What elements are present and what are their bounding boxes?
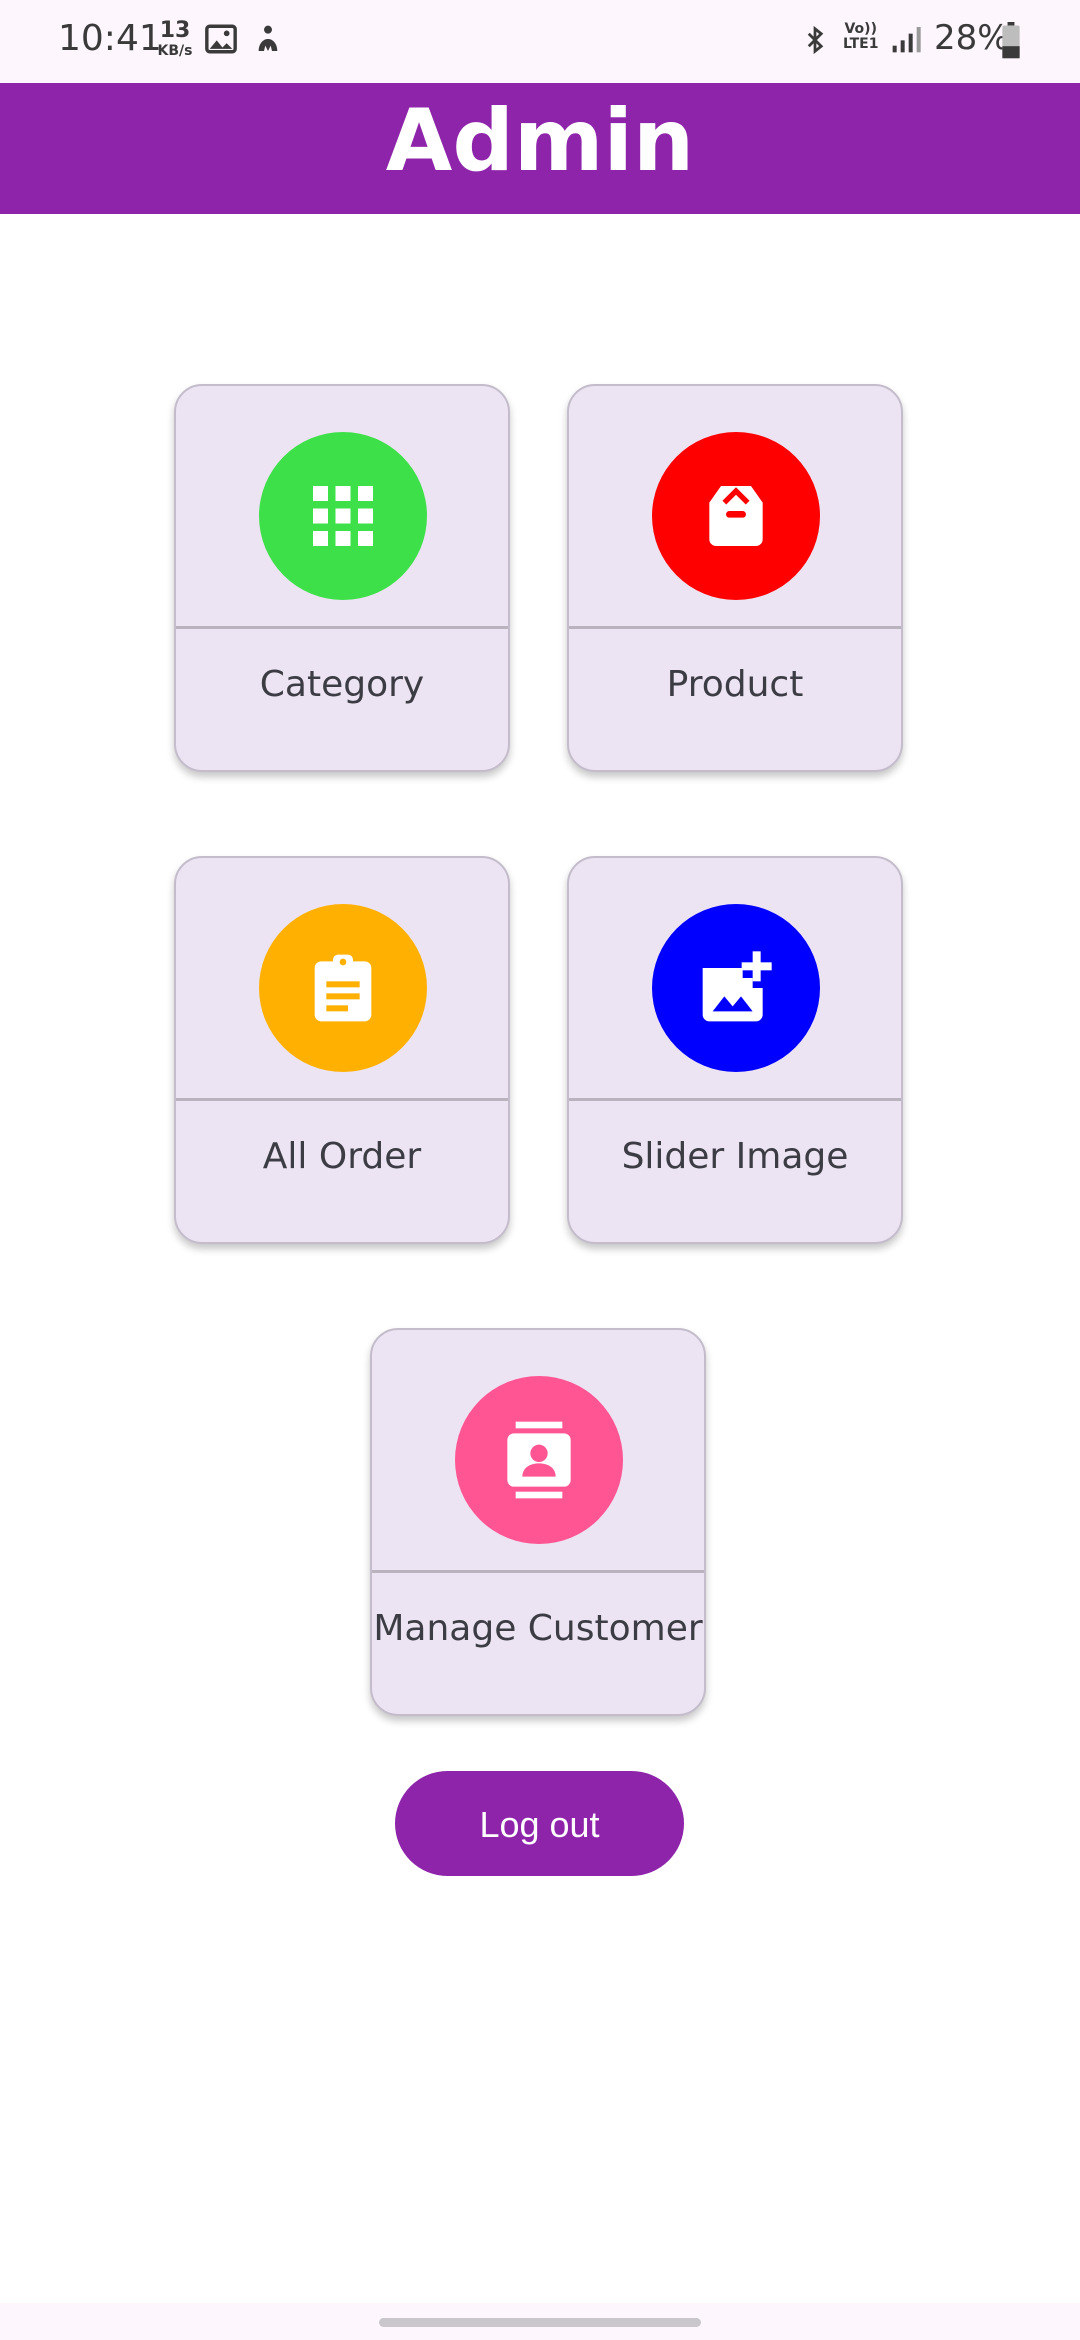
page-title: Admin <box>385 91 695 191</box>
battery-icon <box>1000 22 1022 64</box>
status-time: 10:41 <box>58 18 162 59</box>
signal-icon <box>890 22 922 60</box>
card-divider <box>176 1098 508 1101</box>
volte-label: Vo)) <box>844 21 877 37</box>
category-card[interactable]: Category <box>174 384 510 772</box>
clipboard-icon <box>314 954 372 1022</box>
manage-customer-label: Manage Customer <box>373 1608 703 1649</box>
all-order-label: All Order <box>262 1136 422 1177</box>
logout-button[interactable]: Log out <box>395 1771 684 1876</box>
network-speed-unit: KB/s <box>157 43 193 59</box>
package-icon <box>709 486 763 546</box>
product-icon-circle <box>652 432 820 600</box>
category-label: Category <box>259 664 425 705</box>
contacts-icon <box>507 1421 571 1499</box>
gesture-handle[interactable] <box>379 2318 701 2327</box>
card-divider <box>569 1098 901 1101</box>
bluetooth-icon <box>800 22 830 62</box>
status-bar: 10:41 13 KB/s Vo)) LTE1 28% <box>0 0 1080 83</box>
add-photo-icon <box>702 951 772 1022</box>
network-speed: 13 KB/s <box>154 18 196 59</box>
app-notification-icon <box>252 22 284 60</box>
app-bar: Admin <box>0 83 1080 214</box>
network-speed-value: 13 <box>159 18 191 43</box>
manage-customer-icon-circle <box>455 1376 623 1544</box>
product-card[interactable]: Product <box>567 384 903 772</box>
card-divider <box>569 626 901 629</box>
slider-image-card[interactable]: Slider Image <box>567 856 903 1244</box>
gallery-notification-icon <box>204 22 238 60</box>
volte-indicator: Vo)) LTE1 <box>843 22 878 52</box>
battery-percent: 28% <box>934 18 1010 58</box>
slider-image-icon-circle <box>652 904 820 1072</box>
category-icon-circle <box>259 432 427 600</box>
navigation-bar <box>0 2303 1080 2340</box>
manage-customer-card[interactable]: Manage Customer <box>370 1328 706 1716</box>
slider-image-label: Slider Image <box>621 1136 849 1177</box>
all-order-icon-circle <box>259 904 427 1072</box>
card-divider <box>176 626 508 629</box>
product-label: Product <box>666 664 804 705</box>
grid-icon <box>313 486 373 546</box>
all-order-card[interactable]: All Order <box>174 856 510 1244</box>
lte-label: LTE1 <box>843 36 879 52</box>
card-divider <box>372 1570 704 1573</box>
